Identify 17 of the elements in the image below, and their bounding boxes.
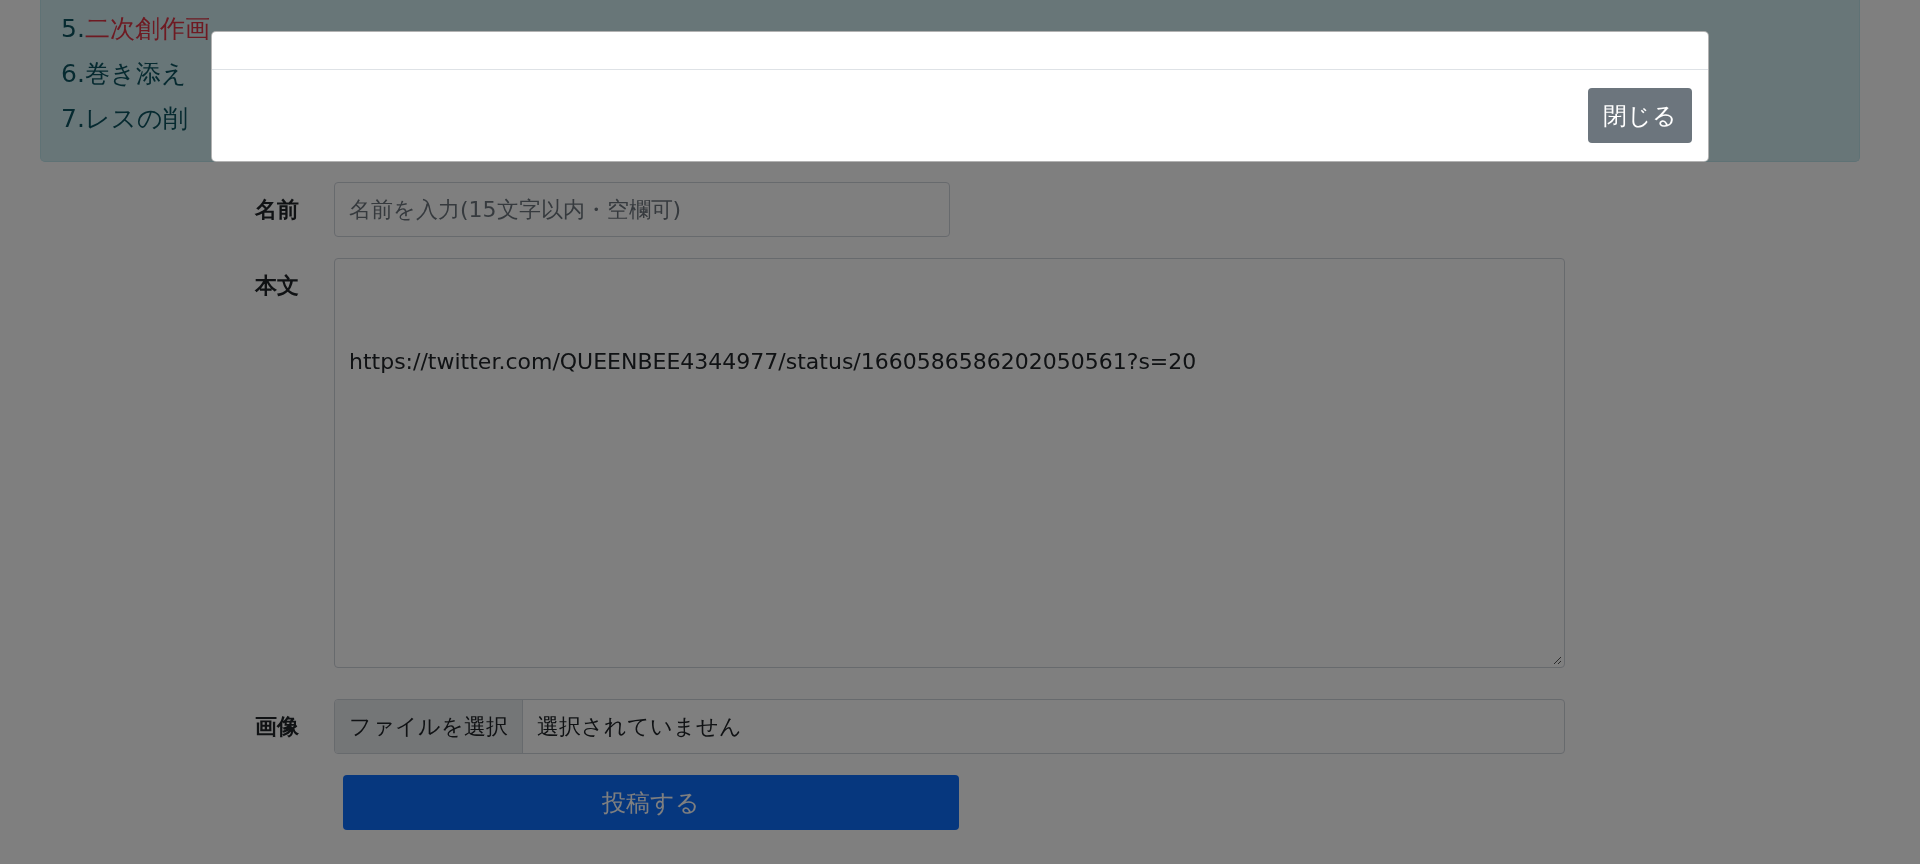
notice-text: レスの削	[84, 104, 188, 133]
resize-handle-icon[interactable]	[1553, 656, 1562, 665]
body-textarea[interactable]: https://twitter.com/QUEENBEE4344977/status/1660586586202050561?s=20	[334, 258, 1565, 668]
notice-text: 二次創作画	[84, 14, 210, 43]
field-label: 本文	[255, 272, 300, 300]
close-button[interactable]: 閉じる	[1588, 88, 1692, 143]
field-label: 名前	[255, 196, 300, 224]
file-field[interactable]: ファイルを選択 選択されていません	[334, 699, 1565, 754]
notice-number: 5.	[61, 14, 85, 43]
notice-number: 6.	[61, 59, 85, 88]
name-field[interactable]: 名前を入力(15文字以内・空欄可)	[334, 182, 950, 237]
file-status: 選択されていません	[536, 713, 742, 741]
choose-file-button[interactable]: ファイルを選択	[335, 700, 523, 753]
notice-text: 巻き添え	[84, 59, 187, 88]
submit-button[interactable]: 投稿する	[343, 775, 959, 830]
notice-number: 7.	[61, 104, 85, 133]
field-label: 画像	[255, 713, 300, 741]
